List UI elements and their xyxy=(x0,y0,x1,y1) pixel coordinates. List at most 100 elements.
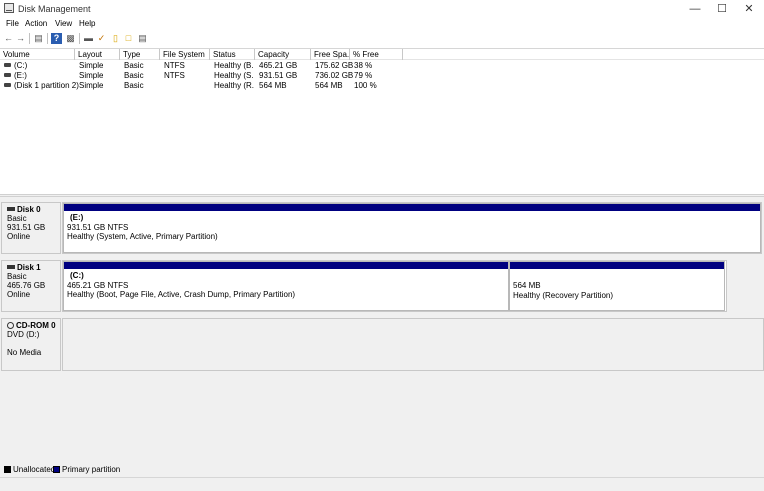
cdrom-0-label[interactable]: CD-ROM 0 DVD (D:) No Media xyxy=(1,318,61,371)
percent-free-cell: 100 % xyxy=(354,81,377,90)
partition-c-size: 465.21 GB NTFS xyxy=(67,280,129,290)
back-icon[interactable]: ← xyxy=(3,33,14,44)
disk-1-area: (C:) 465.21 GB NTFS Healthy (Boot, Page … xyxy=(62,260,727,312)
cd-icon xyxy=(7,322,14,329)
column-percent-free[interactable]: % Free xyxy=(350,49,403,60)
capacity-cell: 931.51 GB xyxy=(259,71,298,80)
legend-primary-label: Primary partition xyxy=(62,465,121,474)
properties-sheet-icon[interactable]: □ xyxy=(123,33,134,44)
free-space-cell: 736.02 GB xyxy=(315,71,354,80)
cdrom-0-media: No Media xyxy=(7,348,42,357)
partition-recovery[interactable]: 564 MB Healthy (Recovery Partition) xyxy=(509,261,725,311)
volume-list-header: Volume Layout Type File System Status Ca… xyxy=(0,49,764,60)
legend-primary: Primary partition xyxy=(53,465,120,475)
column-volume[interactable]: Volume xyxy=(0,49,75,60)
disk-0-type: Basic xyxy=(7,214,27,223)
disk-0-size: 931.51 GB xyxy=(7,223,46,232)
maximize-button[interactable]: ☐ xyxy=(709,0,735,18)
disk-0-status: Online xyxy=(7,232,31,241)
volume-name: (C:) xyxy=(14,61,28,70)
properties-icon[interactable]: ▩ xyxy=(65,33,76,44)
column-layout[interactable]: Layout xyxy=(75,49,120,60)
primary-partition-bar xyxy=(510,262,724,269)
disk-1-size: 465.76 GB xyxy=(7,281,46,290)
percent-free-cell: 38 % xyxy=(354,61,373,70)
primary-swatch xyxy=(53,466,60,473)
volume-icon xyxy=(4,73,11,77)
partition-e-name: (E:) xyxy=(70,213,84,222)
list-icon[interactable]: ▤ xyxy=(33,33,44,44)
disk-1-label[interactable]: Disk 1 Basic 465.76 GB Online xyxy=(1,260,61,312)
volume-cell: (E:) xyxy=(4,71,27,81)
status-cell: Healthy (R... xyxy=(214,81,254,90)
column-status[interactable]: Status xyxy=(210,49,255,60)
window-title: Disk Management xyxy=(18,4,91,14)
partition-e[interactable]: (E:) 931.51 GB NTFS Healthy (System, Act… xyxy=(63,203,761,253)
volume-row[interactable]: (C:) Simple Basic NTFS Healthy (B... 465… xyxy=(0,61,402,71)
column-free-space[interactable]: Free Spa... xyxy=(311,49,350,60)
cdrom-0-name: CD-ROM 0 xyxy=(16,321,56,330)
toolbar: ← → ▤ ? ▩ ▬ ✓ ▯ □ ▤ xyxy=(0,31,764,46)
title-bar: Disk Management — ☐ ✕ xyxy=(0,0,764,18)
status-bar xyxy=(0,477,764,491)
menu-help[interactable]: Help xyxy=(79,19,95,28)
help-icon[interactable]: ? xyxy=(51,33,62,44)
column-type[interactable]: Type xyxy=(120,49,160,60)
layout-cell: Simple xyxy=(79,71,104,80)
partition-c[interactable]: (C:) 465.21 GB NTFS Healthy (Boot, Page … xyxy=(63,261,509,311)
column-file-system[interactable]: File System xyxy=(160,49,210,60)
legend-unallocated-label: Unallocated xyxy=(13,465,56,474)
volume-row[interactable]: (E:) Simple Basic NTFS Healthy (S... 931… xyxy=(0,71,402,81)
disk-0-label[interactable]: Disk 0 Basic 931.51 GB Online xyxy=(1,202,61,254)
close-button[interactable]: ✕ xyxy=(736,0,762,18)
partition-c-status: Healthy (Boot, Page File, Active, Crash … xyxy=(67,290,296,299)
menu-action[interactable]: Action xyxy=(25,19,47,28)
disk-icon[interactable]: ▬ xyxy=(83,33,94,44)
layout-cell: Simple xyxy=(79,61,104,70)
percent-free-cell: 79 % xyxy=(354,71,373,80)
primary-partition-bar xyxy=(64,204,760,211)
legend-unallocated: Unallocated xyxy=(4,465,55,475)
partition-recovery-size: 564 MB xyxy=(513,281,541,290)
minimize-button[interactable]: — xyxy=(682,0,708,18)
disk-layout-pane: Disk 0 Basic 931.51 GB Online (E:) 931.5… xyxy=(0,197,764,463)
check-icon[interactable]: ✓ xyxy=(96,33,107,44)
volume-row[interactable]: (Disk 1 partition 2) Simple Basic Health… xyxy=(0,81,402,91)
disk-management-icon xyxy=(4,3,14,13)
details-icon[interactable]: ▤ xyxy=(137,33,148,44)
toolbar-separator xyxy=(79,33,80,44)
cdrom-0-area xyxy=(62,318,764,371)
menu-file[interactable]: File xyxy=(6,19,19,28)
disk-0-area: (E:) 931.51 GB NTFS Healthy (System, Act… xyxy=(62,202,762,254)
type-cell: Basic xyxy=(124,81,144,90)
column-capacity[interactable]: Capacity xyxy=(255,49,311,60)
menu-view[interactable]: View xyxy=(55,19,72,28)
unallocated-swatch xyxy=(4,466,11,473)
forward-icon[interactable]: → xyxy=(15,33,26,44)
partition-c-name: (C:) xyxy=(70,271,84,280)
disk-1-status: Online xyxy=(7,290,31,299)
volume-name: (Disk 1 partition 2) xyxy=(14,81,79,90)
status-cell: Healthy (S... xyxy=(214,71,254,80)
capacity-cell: 564 MB xyxy=(259,81,287,90)
free-space-cell: 564 MB xyxy=(315,81,343,90)
type-cell: Basic xyxy=(124,61,144,70)
volume-name: (E:) xyxy=(14,71,27,80)
volume-cell: (C:) xyxy=(4,61,27,71)
toolbar-separator xyxy=(29,33,30,44)
capacity-cell: 465.21 GB xyxy=(259,61,298,70)
file-system-cell: NTFS xyxy=(164,61,185,70)
partition-e-status: Healthy (System, Active, Primary Partiti… xyxy=(67,232,218,241)
volume-icon xyxy=(4,83,11,87)
folder-icon[interactable]: ▯ xyxy=(110,33,121,44)
file-system-cell: NTFS xyxy=(164,71,185,80)
menu-bar: File Action View Help xyxy=(0,18,764,31)
disk-1-type: Basic xyxy=(7,272,27,281)
legend: Unallocated Primary partition xyxy=(0,463,764,477)
disk-0-name: Disk 0 xyxy=(17,205,41,214)
disk-icon xyxy=(7,207,15,211)
volume-cell: (Disk 1 partition 2) xyxy=(4,81,79,91)
cdrom-0-drive: DVD (D:) xyxy=(7,330,40,339)
primary-partition-bar xyxy=(64,262,508,269)
volume-list: Volume Layout Type File System Status Ca… xyxy=(0,48,764,194)
